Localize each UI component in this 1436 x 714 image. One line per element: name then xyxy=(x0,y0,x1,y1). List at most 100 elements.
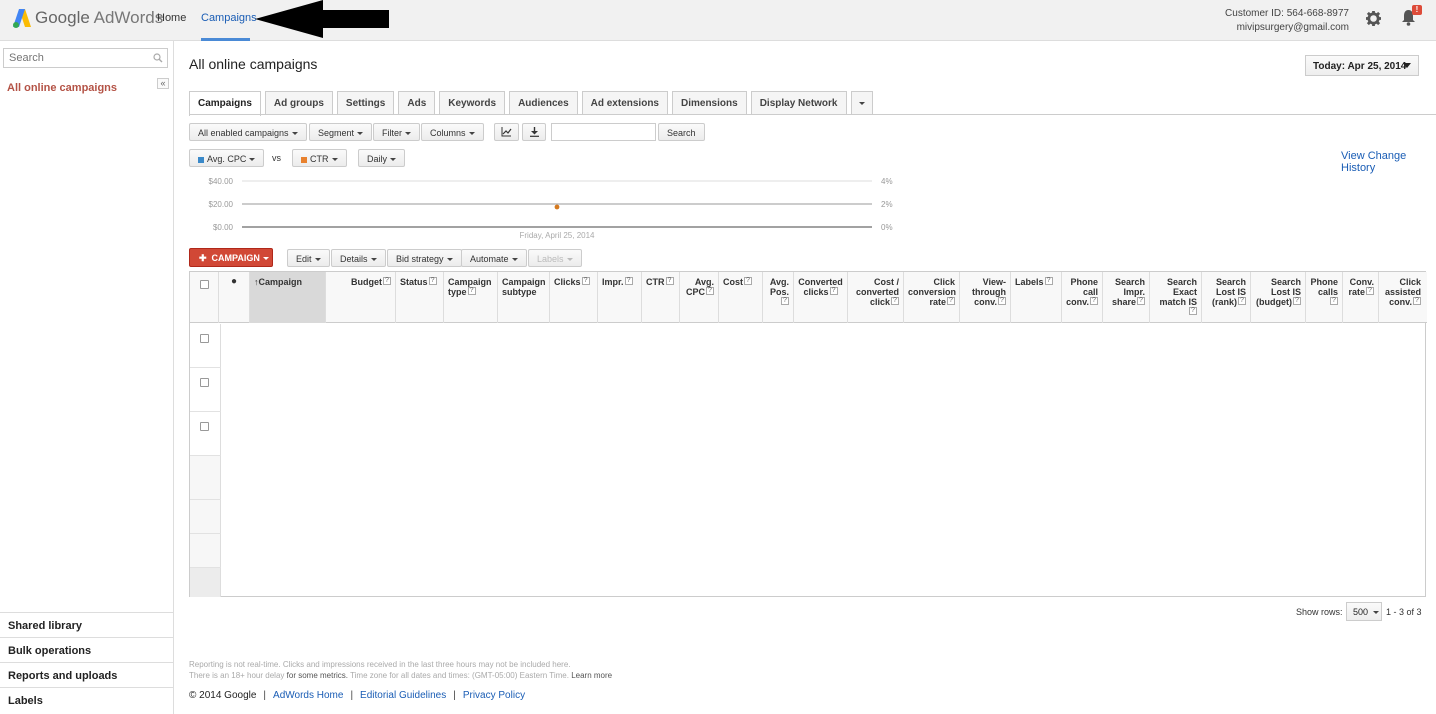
help-icon[interactable]: ? xyxy=(1238,297,1246,305)
header-clicks[interactable]: Clicks? xyxy=(550,272,598,323)
header-campaign-subtype[interactable]: Campaign subtype xyxy=(498,272,550,323)
nav-home[interactable]: Home xyxy=(157,12,186,24)
sidebar-item-reports-and-uploads[interactable]: Reports and uploads xyxy=(0,662,174,687)
header-status[interactable]: Status? xyxy=(396,272,444,323)
header-budget[interactable]: Budget? xyxy=(326,272,396,323)
adwords-logo[interactable]: Google AdWords xyxy=(12,8,163,28)
header-status-dot[interactable]: ● xyxy=(219,272,250,323)
tab-audiences[interactable]: Audiences xyxy=(509,91,578,115)
segment-button[interactable]: Segment xyxy=(309,123,373,141)
help-icon[interactable]: ? xyxy=(744,277,752,285)
tab-more[interactable] xyxy=(850,91,873,115)
labels-button[interactable]: Labels xyxy=(528,249,582,267)
enabled-campaigns-filter-button[interactable]: All enabled campaigns xyxy=(189,123,307,141)
tab-settings[interactable]: Settings xyxy=(336,91,395,115)
row-checkbox[interactable] xyxy=(200,422,209,431)
tab-display-network[interactable]: Display Network xyxy=(750,91,847,115)
sidebar-item-bulk-operations[interactable]: Bulk operations xyxy=(0,637,174,662)
help-icon[interactable]: ? xyxy=(1090,297,1098,305)
header-view-through-conv[interactable]: View-through conv.? xyxy=(960,272,1011,323)
filter-button[interactable]: Filter xyxy=(373,123,420,141)
columns-button[interactable]: Columns xyxy=(421,123,484,141)
data-point[interactable] xyxy=(554,204,560,210)
editorial-guidelines-link[interactable]: Editorial Guidelines xyxy=(360,690,446,701)
help-icon[interactable]: ? xyxy=(581,277,590,285)
help-icon[interactable]: ? xyxy=(1293,297,1301,305)
header-cost[interactable]: Cost? xyxy=(719,272,763,323)
metric2-selector[interactable]: CTR xyxy=(292,149,347,167)
period-selector[interactable]: Daily xyxy=(358,149,406,167)
row-checkbox[interactable] xyxy=(200,378,209,387)
account-email[interactable]: mivipsurgery@gmail.com xyxy=(1225,21,1349,35)
help-icon[interactable]: ? xyxy=(891,297,899,305)
sidebar-item-shared-library[interactable]: Shared library xyxy=(0,612,174,637)
view-change-history-link[interactable]: View Change History xyxy=(1341,150,1436,174)
help-icon[interactable]: ? xyxy=(428,277,437,285)
tab-ad-groups[interactable]: Ad groups xyxy=(264,91,333,115)
header-converted-clicks[interactable]: Converted clicks? xyxy=(794,272,848,323)
some-metrics-link[interactable]: for some metrics. xyxy=(287,671,348,680)
help-icon[interactable]: ? xyxy=(706,287,714,295)
help-icon[interactable]: ? xyxy=(998,297,1006,305)
date-range-button[interactable]: Today: Apr 25, 2014 xyxy=(1305,55,1419,76)
search-icon[interactable] xyxy=(153,53,163,63)
header-click-assisted-conv[interactable]: Click assisted conv.? xyxy=(1379,272,1425,323)
gear-icon[interactable] xyxy=(1366,11,1381,26)
toggle-graph-button[interactable] xyxy=(494,123,519,141)
header-phone-call-conv[interactable]: Phone call conv.? xyxy=(1062,272,1103,323)
header-conv-rate[interactable]: Conv. rate? xyxy=(1343,272,1379,323)
help-icon[interactable]: ? xyxy=(383,277,391,285)
privacy-policy-link[interactable]: Privacy Policy xyxy=(463,690,525,701)
header-search-lost-is-budget[interactable]: Search Lost IS (budget)? xyxy=(1251,272,1306,323)
help-icon[interactable]: ? xyxy=(624,277,633,285)
help-icon[interactable]: ? xyxy=(781,297,789,305)
header-campaign-type[interactable]: Campaign type? xyxy=(444,272,498,323)
help-icon[interactable]: ? xyxy=(665,277,674,285)
header-cost-per-converted-click[interactable]: Cost / converted click? xyxy=(848,272,904,323)
table-search-input[interactable] xyxy=(551,123,656,141)
bid-strategy-button[interactable]: Bid strategy xyxy=(387,249,462,267)
metric1-selector[interactable]: Avg. CPC xyxy=(189,149,265,167)
help-icon[interactable]: ? xyxy=(947,297,955,305)
tab-dimensions[interactable]: Dimensions xyxy=(672,91,747,115)
sidebar-item-all-online-campaigns[interactable]: All online campaigns xyxy=(7,82,117,94)
header-click-conversion-rate[interactable]: Click conversion rate? xyxy=(904,272,960,323)
help-icon[interactable]: ? xyxy=(1413,297,1421,305)
help-icon[interactable]: ? xyxy=(1366,287,1374,295)
rows-per-page-select[interactable]: 500 xyxy=(1346,602,1382,621)
help-icon[interactable]: ? xyxy=(467,287,476,295)
table-search-button[interactable]: Search xyxy=(658,123,705,141)
adwords-home-link[interactable]: AdWords Home xyxy=(273,690,343,701)
header-labels[interactable]: Labels? xyxy=(1011,272,1062,323)
header-avg-cpc[interactable]: Avg. CPC? xyxy=(680,272,719,323)
details-button[interactable]: Details xyxy=(331,249,386,267)
nav-campaigns[interactable]: Campaigns xyxy=(201,12,257,24)
learn-more-link[interactable]: Learn more xyxy=(571,671,612,680)
help-icon[interactable]: ? xyxy=(829,287,838,295)
help-icon[interactable]: ? xyxy=(1189,307,1197,315)
help-icon[interactable]: ? xyxy=(1330,297,1338,305)
download-button[interactable] xyxy=(522,123,546,141)
header-campaign[interactable]: ↑Campaign xyxy=(250,272,326,323)
header-avg-pos[interactable]: Avg. Pos.? xyxy=(763,272,794,323)
automate-button[interactable]: Automate xyxy=(461,249,527,267)
tab-keywords[interactable]: Keywords xyxy=(439,91,506,115)
edit-button[interactable]: Edit xyxy=(287,249,330,267)
tab-ad-extensions[interactable]: Ad extensions xyxy=(581,91,668,115)
row-checkbox[interactable] xyxy=(200,334,209,343)
collapse-sidebar-button[interactable]: « xyxy=(157,78,169,89)
help-icon[interactable]: ? xyxy=(1044,277,1053,285)
header-search-exact-match-is[interactable]: Search Exact match IS? xyxy=(1150,272,1202,323)
header-search-lost-is-rank[interactable]: Search Lost IS (rank)? xyxy=(1202,272,1251,323)
sidebar-search-input[interactable] xyxy=(4,49,144,67)
add-campaign-button[interactable]: ✚ CAMPAIGN xyxy=(189,248,273,267)
header-phone-calls[interactable]: Phone calls? xyxy=(1306,272,1343,323)
sidebar-item-labels[interactable]: Labels xyxy=(0,687,174,712)
select-all-checkbox[interactable] xyxy=(200,280,209,289)
header-search-impr-share[interactable]: Search Impr. share? xyxy=(1103,272,1150,323)
tab-ads[interactable]: Ads xyxy=(398,91,436,115)
header-ctr[interactable]: CTR? xyxy=(642,272,680,323)
help-icon[interactable]: ? xyxy=(1137,297,1145,305)
tab-campaigns[interactable]: Campaigns xyxy=(189,91,261,116)
header-impr[interactable]: Impr.? xyxy=(598,272,642,323)
